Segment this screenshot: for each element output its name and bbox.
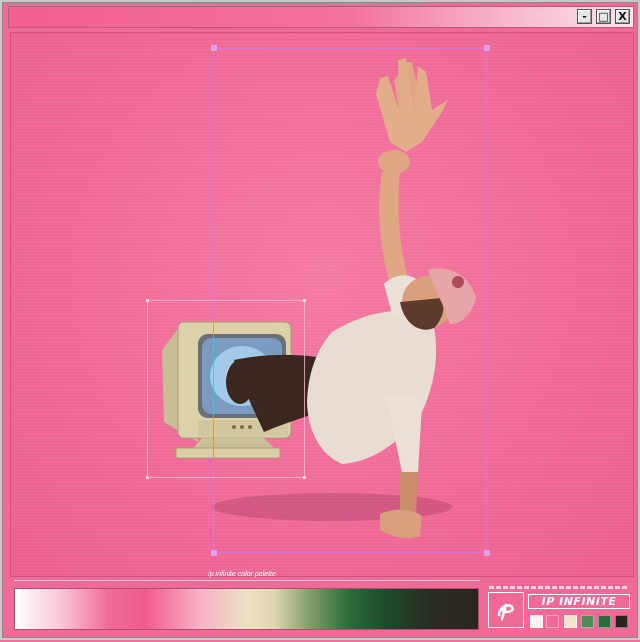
color-gradient-bar xyxy=(14,588,479,630)
resize-handle-bottom-right[interactable] xyxy=(484,550,490,556)
app-window: - □ X ip infinite color palette IP INFIN… xyxy=(0,0,640,640)
resize-handle-small-top-left[interactable] xyxy=(146,299,149,302)
selection-box-monitor[interactable] xyxy=(147,300,305,478)
resize-handle-top-right[interactable] xyxy=(484,45,490,51)
resize-handle-top-left[interactable] xyxy=(211,45,217,51)
palette-divider xyxy=(14,580,480,581)
palette-swatch xyxy=(530,615,543,628)
palette-swatch-gap xyxy=(546,615,559,628)
brand-name: IP INFINITE xyxy=(528,594,630,609)
resize-handle-small-top-right[interactable] xyxy=(303,299,306,302)
palette-swatch xyxy=(615,615,628,628)
fine-print-decoration xyxy=(489,586,629,589)
palette-swatch xyxy=(564,615,577,628)
palette-swatch xyxy=(598,615,611,628)
resize-handle-small-bottom-right[interactable] xyxy=(303,476,306,479)
palette-swatch xyxy=(581,615,594,628)
resize-handle-small-bottom-left[interactable] xyxy=(146,476,149,479)
brand-logo-icon xyxy=(488,592,524,628)
palette-caption: ip infinite color palette xyxy=(208,571,276,578)
resize-handle-bottom-left[interactable] xyxy=(211,550,217,556)
